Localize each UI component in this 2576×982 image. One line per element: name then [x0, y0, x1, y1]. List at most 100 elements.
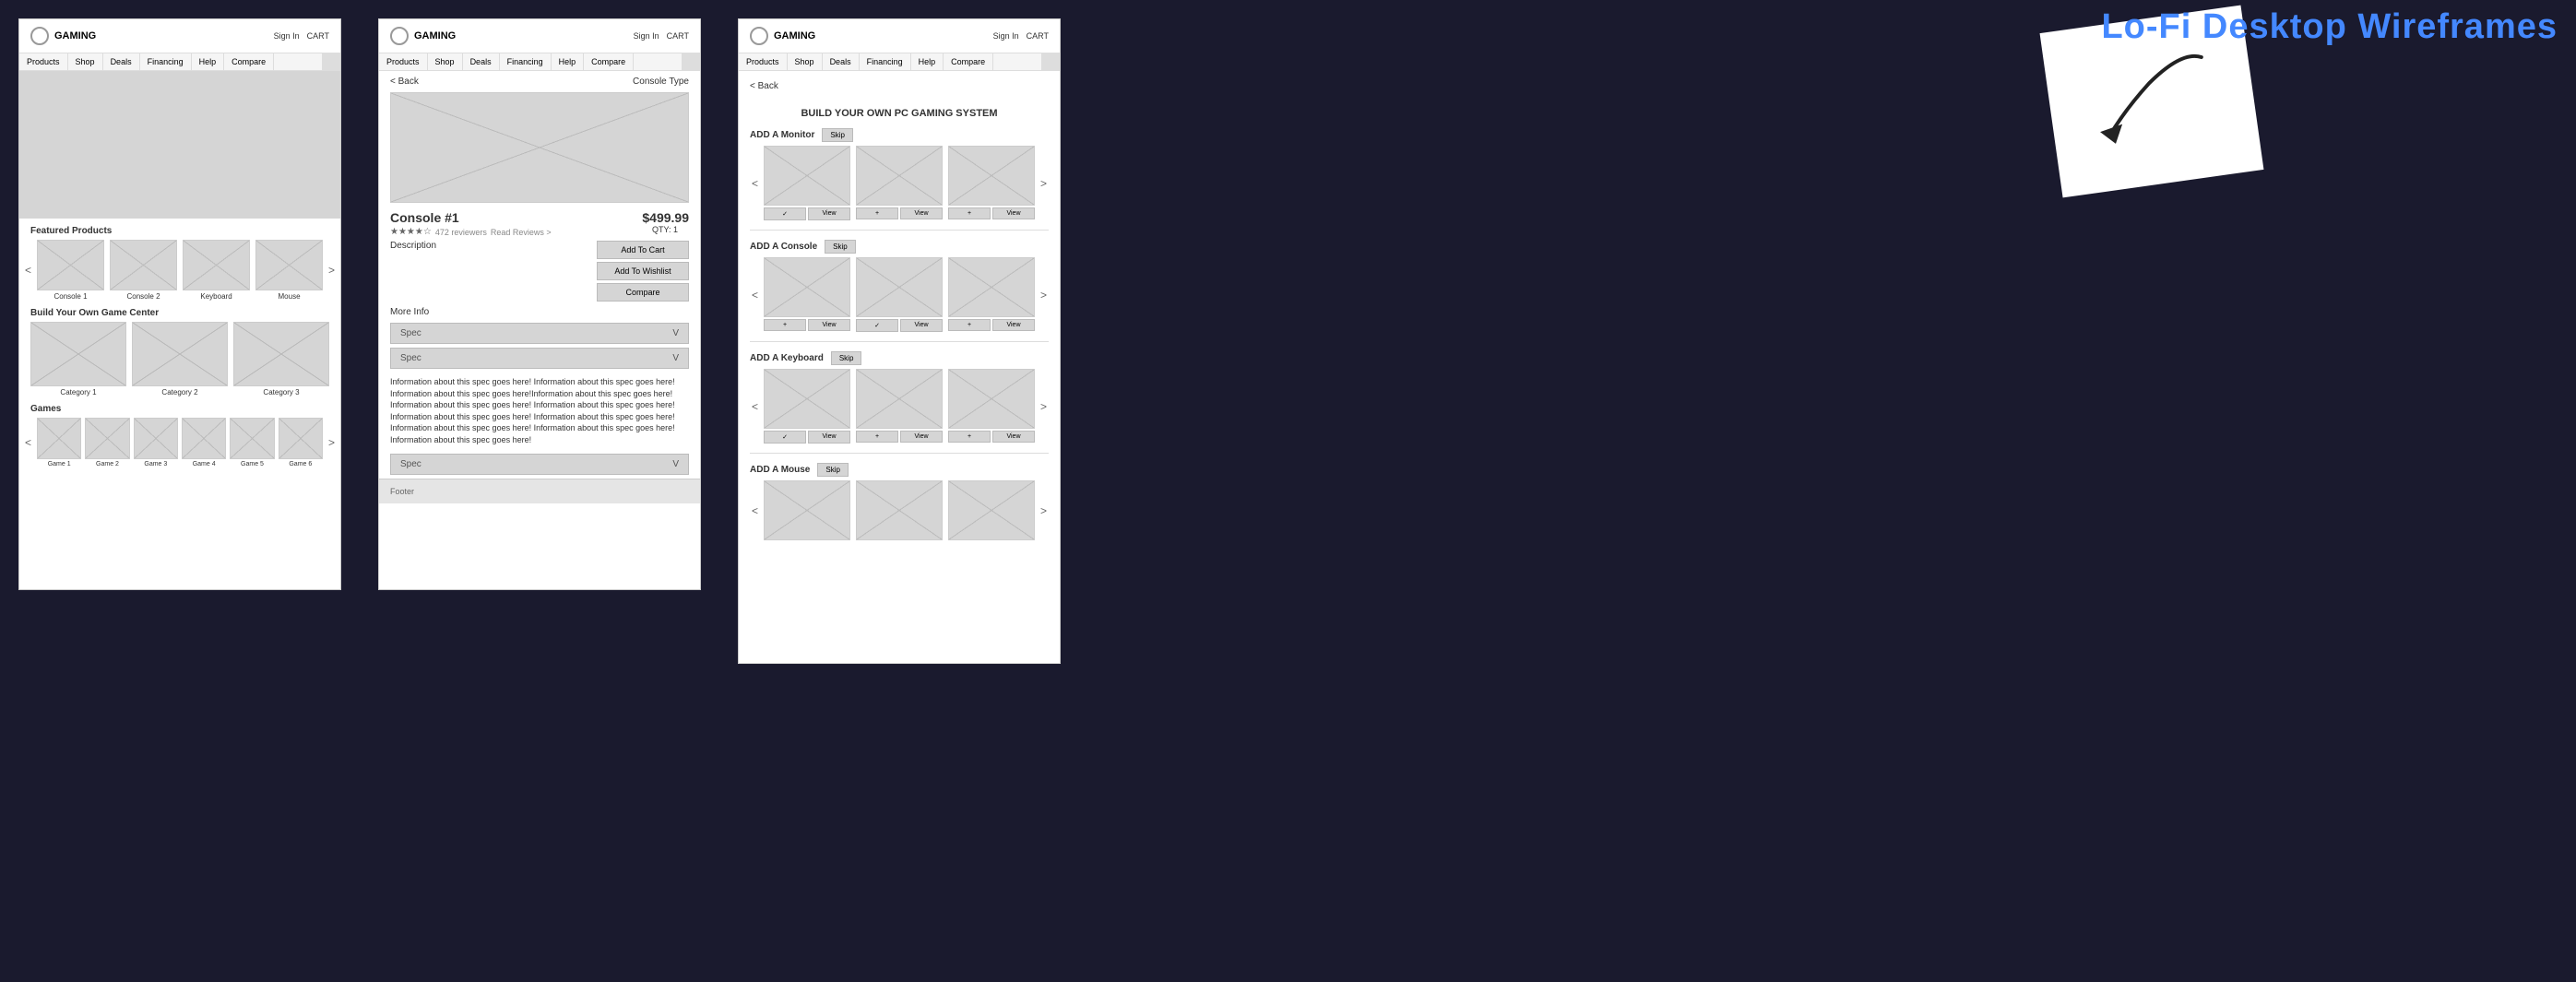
keyboard-check-1[interactable]: + [856, 431, 898, 443]
console-check-2[interactable]: + [948, 319, 991, 331]
mouse-skip-btn[interactable]: Skip [817, 463, 849, 477]
monitor-next[interactable]: > [1039, 175, 1049, 192]
keyboard-check-2[interactable]: + [948, 431, 991, 443]
logo-text-2: GAMING [414, 30, 456, 41]
category-item-2[interactable]: Category 3 [233, 322, 329, 396]
sign-in-2[interactable]: Sign In [634, 31, 659, 41]
games-section-title: Games [19, 396, 340, 418]
add-to-wishlist-btn[interactable]: Add To Wishlist [597, 262, 689, 280]
category-item-1[interactable]: Category 2 [132, 322, 228, 396]
nav-shop-3[interactable]: Shop [788, 53, 823, 70]
nav-compare-3[interactable]: Compare [944, 53, 993, 70]
read-reviews[interactable]: Read Reviews > [491, 228, 552, 237]
nav-compare-2[interactable]: Compare [584, 53, 634, 70]
mouse-prev[interactable]: < [750, 503, 760, 519]
monitor-actions-0: ✓ View [764, 207, 850, 220]
console-prev[interactable]: < [750, 287, 760, 303]
game-label-1: Game 2 [85, 461, 129, 467]
nav-deals-1[interactable]: Deals [103, 53, 140, 70]
spec-bar-1[interactable]: Spec V [390, 348, 689, 369]
games-carousel-next[interactable]: > [326, 434, 337, 451]
header-1: GAMING Sign In CART [19, 19, 340, 53]
monitor-check-0[interactable]: ✓ [764, 207, 806, 220]
nav-products-2[interactable]: Products [379, 53, 428, 70]
mouse-img-0 [764, 480, 850, 540]
sign-in-1[interactable]: Sign In [274, 31, 300, 41]
monitor-skip-btn[interactable]: Skip [822, 128, 853, 142]
game-label-3: Game 4 [182, 461, 226, 467]
nav-search-1[interactable] [322, 53, 340, 70]
product-label-3: Mouse [255, 292, 323, 301]
game-item-0[interactable]: Game 1 [37, 418, 81, 467]
nav-search-2[interactable] [682, 53, 700, 70]
carousel-next-1[interactable]: > [326, 262, 337, 278]
add-to-cart-btn[interactable]: Add To Cart [597, 241, 689, 259]
keyboard-next[interactable]: > [1039, 398, 1049, 415]
mouse-next[interactable]: > [1039, 503, 1049, 519]
game-item-2[interactable]: Game 3 [134, 418, 178, 467]
nav-help-2[interactable]: Help [552, 53, 585, 70]
game-item-3[interactable]: Game 4 [182, 418, 226, 467]
cart-3[interactable]: CART [1027, 31, 1049, 41]
product-items-1: Console 1 Console 2 Keyboard Mouse [37, 240, 323, 301]
nav-shop-2[interactable]: Shop [428, 53, 463, 70]
featured-products-title: Featured Products [19, 219, 340, 240]
console-check-1[interactable]: ✓ [856, 319, 898, 332]
screen-product-detail: GAMING Sign In CART Products Shop Deals … [378, 18, 701, 590]
nav-help-3[interactable]: Help [911, 53, 944, 70]
console-view-0[interactable]: View [808, 319, 850, 331]
keyboard-view-0[interactable]: View [808, 431, 850, 444]
nav-help-1[interactable]: Help [192, 53, 225, 70]
nav-deals-3[interactable]: Deals [823, 53, 860, 70]
monitor-check-2[interactable]: + [948, 207, 991, 219]
nav-products-1[interactable]: Products [19, 53, 68, 70]
compare-btn[interactable]: Compare [597, 283, 689, 302]
divider-2 [750, 341, 1049, 342]
game-label-0: Game 1 [37, 461, 81, 467]
nav-products-3[interactable]: Products [739, 53, 788, 70]
spec-bar-0[interactable]: Spec V [390, 323, 689, 344]
console-skip-btn[interactable]: Skip [825, 240, 856, 254]
keyboard-skip-btn[interactable]: Skip [831, 351, 862, 365]
keyboard-check-0[interactable]: ✓ [764, 431, 806, 444]
spec-indicator-0: V [672, 328, 679, 338]
keyboard-prev[interactable]: < [750, 398, 760, 415]
nav-deals-2[interactable]: Deals [463, 53, 500, 70]
monitor-prev[interactable]: < [750, 175, 760, 192]
nav-compare-1[interactable]: Compare [224, 53, 274, 70]
monitor-view-0[interactable]: View [808, 207, 850, 220]
back-link-3[interactable]: < Back [750, 81, 778, 91]
games-carousel-prev[interactable]: < [23, 434, 33, 451]
game-item-4[interactable]: Game 5 [230, 418, 274, 467]
cart-2[interactable]: CART [667, 31, 689, 41]
back-link-2[interactable]: < Back [390, 77, 419, 87]
console-actions-1: ✓ View [856, 319, 943, 332]
monitor-view-2[interactable]: View [992, 207, 1035, 219]
category-img-2 [233, 322, 329, 386]
carousel-prev-1[interactable]: < [23, 262, 33, 278]
nav-shop-1[interactable]: Shop [68, 53, 103, 70]
product-item-2: Keyboard [183, 240, 250, 301]
nav-search-3[interactable] [1041, 53, 1060, 70]
divider-1 [750, 230, 1049, 231]
console-view-2[interactable]: View [992, 319, 1035, 331]
nav-financing-2[interactable]: Financing [500, 53, 552, 70]
console-check-0[interactable]: + [764, 319, 806, 331]
console-next[interactable]: > [1039, 287, 1049, 303]
nav-financing-3[interactable]: Financing [860, 53, 911, 70]
nav-financing-1[interactable]: Financing [140, 53, 192, 70]
monitor-check-1[interactable]: + [856, 207, 898, 219]
category-item-0[interactable]: Category 1 [30, 322, 126, 396]
keyboard-view-1[interactable]: View [900, 431, 943, 443]
keyboard-view-2[interactable]: View [992, 431, 1035, 443]
console-view-1[interactable]: View [900, 319, 943, 332]
header-right-3: Sign In CART [993, 31, 1049, 41]
monitor-view-1[interactable]: View [900, 207, 943, 219]
monitor-item-2: + View [948, 146, 1035, 220]
spec-bar-2[interactable]: Spec V [390, 454, 689, 475]
game-item-1[interactable]: Game 2 [85, 418, 129, 467]
sign-in-3[interactable]: Sign In [993, 31, 1019, 41]
arrow-icon [2071, 36, 2232, 166]
game-item-5[interactable]: Game 6 [279, 418, 323, 467]
cart-1[interactable]: CART [307, 31, 329, 41]
